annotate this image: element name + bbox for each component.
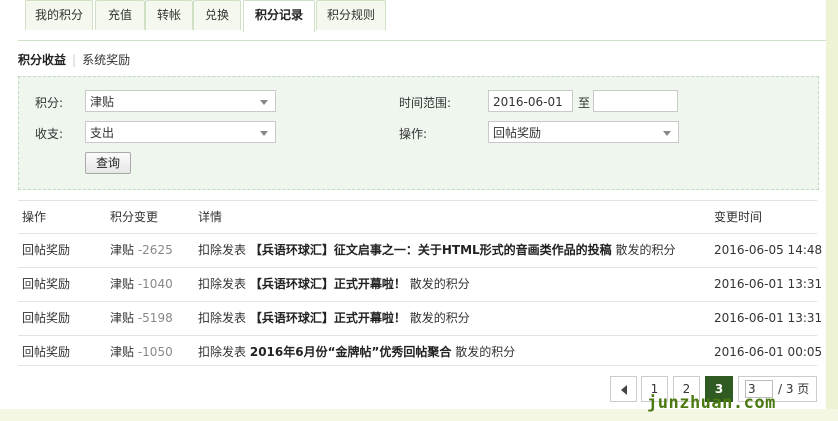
row-detail: 扣除发表 2016年6月份“金牌帖”优秀回帖聚合 散发的积分 [198,345,516,359]
credit-select[interactable]: 津贴 [85,90,276,112]
row-time: 2016-06-01 13:31 [714,311,823,325]
header-time: 变更时间 [714,210,763,224]
thread-link[interactable]: 【兵语环球汇】正式开幕啦！ [250,311,406,325]
prev-page-button[interactable] [610,376,637,402]
credit-log-table: 操作 积分变更 详情 变更时间 回帖奖励 津贴 -2625 扣除发表 【兵语环球… [18,200,822,369]
op-label: 操作: [399,127,428,141]
row-credit: 津贴 -1040 [110,277,173,291]
credit-select-value: 津贴 [90,95,115,109]
chevron-down-icon [260,131,268,136]
op-select-value: 回帖奖励 [493,126,542,140]
inout-select-value: 支出 [90,126,115,140]
page-total: / 3 页 [778,382,810,396]
range-start-input[interactable]: 2016-06-01 [488,90,573,112]
right-border [826,0,838,421]
row-credit: 津贴 -5198 [110,311,173,325]
inout-select[interactable]: 支出 [85,121,276,143]
thread-link[interactable]: 【兵语环球汇】正式开幕啦！ [250,277,406,291]
row-op: 回帖奖励 [22,345,71,359]
row-op: 回帖奖励 [22,311,71,325]
row-op: 回帖奖励 [22,243,71,257]
tab-credit-rules[interactable]: 积分规则 [316,0,386,30]
table-row: 回帖奖励 津贴 -2625 扣除发表 【兵语环球汇】征文启事之一：关于HTML形… [18,233,822,267]
op-select[interactable]: 回帖奖励 [488,121,679,143]
row-detail: 扣除发表 【兵语环球汇】征文启事之一：关于HTML形式的音画类作品的投稿 散发的… [198,243,676,257]
thread-link[interactable]: 2016年6月份“金牌帖”优秀回帖聚合 [250,345,452,359]
subnav-system-reward[interactable]: 系统奖励 [82,53,130,67]
watermark: junzhuan.com [647,393,776,413]
row-time: 2016-06-01 00:05 [714,345,823,359]
row-detail: 扣除发表 【兵语环球汇】正式开幕啦！ 散发的积分 [198,277,470,291]
header-op: 操作 [22,210,47,224]
subnav: 积分收益 | 系统奖励 [18,53,131,67]
row-credit: 津贴 -1050 [110,345,173,359]
range-label: 时间范围: [399,96,452,110]
tab-my-credits[interactable]: 我的积分 [25,0,93,30]
chevron-down-icon [663,131,671,136]
tab-divider [18,40,826,41]
table-row: 回帖奖励 津贴 -1050 扣除发表 2016年6月份“金牌帖”优秀回帖聚合 散… [18,335,822,369]
row-op: 回帖奖励 [22,277,71,291]
range-to-label: 至 [578,96,591,110]
table-row: 回帖奖励 津贴 -1040 扣除发表 【兵语环球汇】正式开幕啦！ 散发的积分 2… [18,267,822,301]
chevron-left-icon [620,384,627,395]
row-credit: 津贴 -2625 [110,243,173,257]
header-credit: 积分变更 [110,210,159,224]
table-header: 操作 积分变更 详情 变更时间 [18,200,817,233]
tab-transfer[interactable]: 转帐 [145,0,193,30]
range-end-input[interactable] [593,90,678,112]
header-detail: 详情 [198,210,223,224]
row-time: 2016-06-01 13:31 [714,277,823,291]
credit-label: 积分: [35,96,64,110]
query-button[interactable]: 查询 [85,152,131,174]
chevron-down-icon [260,100,268,105]
table-bottom-border [18,365,817,366]
inout-label: 收支: [35,127,64,141]
tab-credit-log[interactable]: 积分记录 [243,0,315,32]
table-row: 回帖奖励 津贴 -5198 扣除发表 【兵语环球汇】正式开幕啦！ 散发的积分 2… [18,301,822,335]
subnav-income[interactable]: 积分收益 [18,53,66,67]
tab-exchange[interactable]: 兑换 [193,0,241,30]
row-detail: 扣除发表 【兵语环球汇】正式开幕啦！ 散发的积分 [198,311,470,325]
thread-link[interactable]: 【兵语环球汇】征文启事之一：关于HTML形式的音画类作品的投稿 [250,243,612,257]
row-time: 2016-06-05 14:48 [714,243,823,257]
tab-recharge[interactable]: 充值 [95,0,145,30]
